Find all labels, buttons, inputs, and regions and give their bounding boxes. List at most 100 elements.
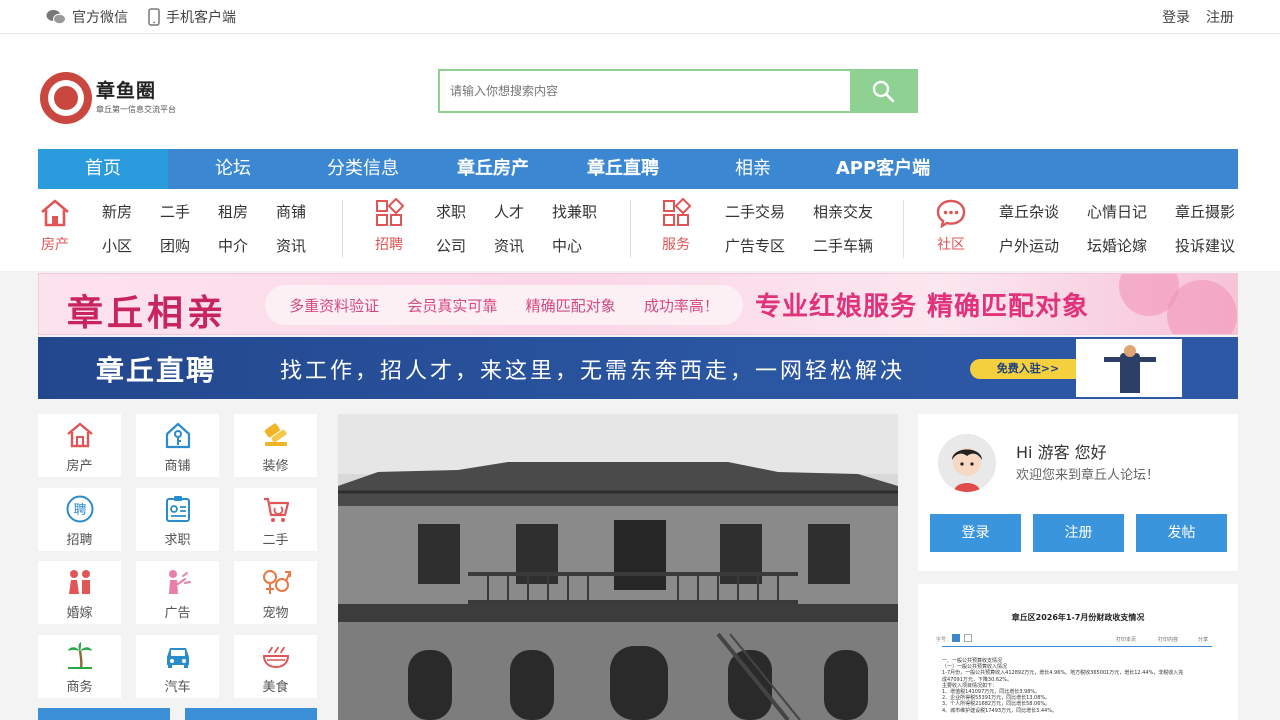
cat-wedding[interactable]: 婚嫁 <box>38 561 121 624</box>
nav-forum[interactable]: 论坛 <box>168 149 298 189</box>
subcat-link[interactable]: 心情日记 <box>1087 201 1175 235</box>
subcat-link[interactable]: 二手 <box>160 201 218 235</box>
cart-icon <box>264 497 290 522</box>
cat-car[interactable]: 汽车 <box>136 635 219 698</box>
wechat-link[interactable]: 官方微信 <box>46 7 128 27</box>
noodle-bowl-icon <box>262 646 290 669</box>
panel-post-button[interactable]: 发帖 <box>1136 514 1227 552</box>
search-button[interactable] <box>850 71 916 111</box>
cat-house[interactable]: 房产 <box>38 414 121 477</box>
subcat-link[interactable]: 投诉建议 <box>1175 235 1263 269</box>
search-box <box>438 69 918 113</box>
dating-banner[interactable]: 章丘相亲 多重资料验证 会员真实可靠 精确匹配对象 成功率高！ 专业红娘服务 精… <box>38 273 1238 335</box>
cat-label: 二手 <box>262 533 289 548</box>
cat-food[interactable]: 美食 <box>234 635 317 698</box>
house-icon <box>41 199 69 227</box>
id-card-icon <box>166 496 190 522</box>
subcat-link[interactable]: 人才 <box>494 201 552 235</box>
site-logo[interactable]: 章鱼圈 章丘第一信息交流平台 <box>40 70 200 130</box>
nav-classifieds[interactable]: 分类信息 <box>298 149 428 189</box>
user-panel: Hi 游客 您好 欢迎您来到章丘人论坛！ 登录 注册 发帖 <box>918 414 1238 571</box>
dating-point: 精确匹配对象 <box>525 296 616 315</box>
subcat-link[interactable]: 公司 <box>436 235 494 269</box>
subcat-link[interactable]: 商铺 <box>276 201 334 235</box>
subcat-jobs-head[interactable]: 招聘 <box>372 197 406 254</box>
doc-tool-share[interactable]: 分享 <box>1198 636 1208 643</box>
wechat-icon <box>46 10 66 25</box>
grid-icon <box>663 197 692 226</box>
subcat-link[interactable]: 二手车辆 <box>813 235 901 269</box>
subcat-link[interactable]: 广告专区 <box>725 235 813 269</box>
cat-pets[interactable]: 宠物 <box>234 561 317 624</box>
nav-app[interactable]: APP客户端 <box>818 149 948 189</box>
doc-tool-close[interactable]: 打印内容 <box>1158 636 1178 643</box>
subcat-link[interactable]: 章丘摄影 <box>1175 201 1263 235</box>
couple-icon <box>69 570 90 594</box>
subcat-link[interactable]: 资讯 <box>494 235 552 269</box>
subcat-link[interactable]: 中介 <box>218 235 276 269</box>
mobile-client-link[interactable]: 手机客户端 <box>148 7 236 27</box>
jobs-banner[interactable]: 章丘直聘 找工作，招人才，来这里，无需东奔西走，一网轻松解决 免费入驻>> <box>38 337 1238 399</box>
dating-banner-title: 章丘相亲 <box>67 292 228 334</box>
subcat-house-head[interactable]: 房产 <box>38 198 72 254</box>
subcat-group-services: 服务 二手交易 广告专区 相亲交友 二手车辆 <box>659 197 909 260</box>
subcat-link[interactable]: 团购 <box>160 235 218 269</box>
cat-ads[interactable]: 广告 <box>136 561 219 624</box>
shop-icon <box>165 422 191 449</box>
search-input[interactable] <box>440 71 850 111</box>
doc-line: 1-7月份，一般公共预算收入412892万元，增长4.96%。地方税收36500… <box>942 670 1184 677</box>
cat-label: 汽车 <box>164 680 191 695</box>
header: 章鱼圈 章丘第一信息交流平台 首页 论坛 分类信息 章丘房产 章丘直聘 相亲 A… <box>0 34 1280 271</box>
cat-secondhand[interactable]: 二手 <box>234 488 317 551</box>
subcat-house-links: 新房 小区 二手 团购 租房 中介 商铺 资讯 <box>102 201 334 269</box>
subcat-services-head[interactable]: 服务 <box>659 197 693 254</box>
welcome-text: 欢迎您来到章丘人论坛！ <box>1016 468 1160 483</box>
dating-point: 多重资料验证 <box>289 296 380 315</box>
heart-decoration <box>1167 280 1237 334</box>
subcat-link[interactable]: 户外运动 <box>999 235 1087 269</box>
nav-real-estate[interactable]: 章丘房产 <box>428 149 558 189</box>
subcat-link[interactable]: 小区 <box>102 235 160 269</box>
doc-title: 章丘区2026年1-7月份财政收支情况 <box>1011 613 1145 622</box>
subcat-house-label: 房产 <box>41 237 69 253</box>
subcat-group-jobs: 招聘 求职 公司 人才 资讯 找兼职 中心 <box>372 197 632 260</box>
cat-decoration[interactable]: 装修 <box>234 414 317 477</box>
nav-jobs[interactable]: 章丘直聘 <box>558 149 688 189</box>
subcat-group-community: 社区 章丘杂谈 户外运动 心情日记 坛婚论嫁 章丘摄影 投诉建议 <box>934 198 1238 260</box>
subcat-link[interactable]: 找兼职 <box>552 201 610 235</box>
subcat-divider <box>342 200 343 258</box>
subcat-link[interactable]: 二手交易 <box>725 201 813 235</box>
cat-hire[interactable]: 聘 招聘 <box>38 488 121 551</box>
doc-tool-print[interactable]: 打印本页 <box>1116 636 1136 643</box>
subcat-community-head[interactable]: 社区 <box>934 198 968 254</box>
jobs-banner-cta[interactable]: 免费入驻>> <box>970 359 1086 379</box>
doc-divider <box>942 646 1212 647</box>
cat-job-seek[interactable]: 求职 <box>136 488 219 551</box>
panel-register-button[interactable]: 注册 <box>1033 514 1124 552</box>
left-promo-button[interactable] <box>185 708 317 720</box>
megaphone-icon <box>169 570 191 594</box>
mobile-client-label: 手机客户端 <box>166 10 236 26</box>
subcat-jobs-links: 求职 公司 人才 资讯 找兼职 中心 <box>436 201 610 269</box>
subcat-link[interactable]: 资讯 <box>276 235 334 269</box>
subcat-link[interactable]: 相亲交友 <box>813 201 901 235</box>
subcat-link[interactable]: 章丘杂谈 <box>999 201 1087 235</box>
news-document-thumb[interactable]: 章丘区2026年1-7月份财政收支情况 字号： 打印本页 打印内容 分享 一、一… <box>918 584 1238 720</box>
cat-business[interactable]: 商务 <box>38 635 121 698</box>
nav-home[interactable]: 首页 <box>38 149 168 189</box>
login-link[interactable]: 登录 <box>1162 7 1190 27</box>
featured-photo[interactable] <box>338 414 898 720</box>
logo-slogan: 章丘第一信息交流平台 <box>96 105 176 114</box>
left-promo-button[interactable] <box>38 708 170 720</box>
cat-label: 美食 <box>262 680 289 695</box>
subcat-link[interactable]: 租房 <box>218 201 276 235</box>
register-link[interactable]: 注册 <box>1206 7 1234 27</box>
subcat-link[interactable]: 求职 <box>436 201 494 235</box>
subcat-link[interactable]: 新房 <box>102 201 160 235</box>
panel-login-button[interactable]: 登录 <box>930 514 1021 552</box>
chat-bubble-icon <box>936 199 966 229</box>
nav-dating[interactable]: 相亲 <box>688 149 818 189</box>
subcat-link[interactable]: 坛婚论嫁 <box>1087 235 1175 269</box>
subcat-link[interactable]: 中心 <box>552 235 610 269</box>
cat-shop[interactable]: 商铺 <box>136 414 219 477</box>
